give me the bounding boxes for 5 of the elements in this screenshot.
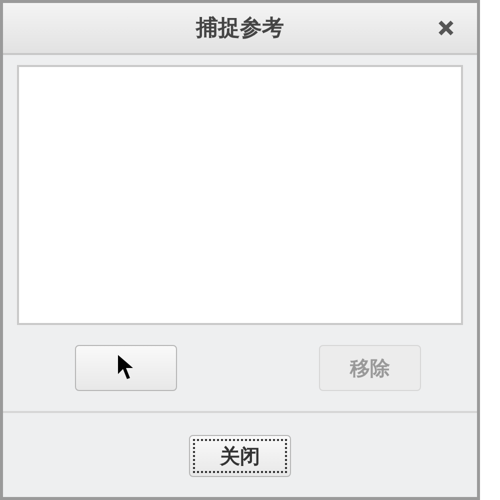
window-title: 捕捉参考 xyxy=(196,15,284,43)
close-icon[interactable] xyxy=(437,19,455,37)
cursor-icon xyxy=(117,354,135,382)
select-button[interactable] xyxy=(75,345,177,391)
close-button[interactable]: 关闭 xyxy=(189,435,291,477)
